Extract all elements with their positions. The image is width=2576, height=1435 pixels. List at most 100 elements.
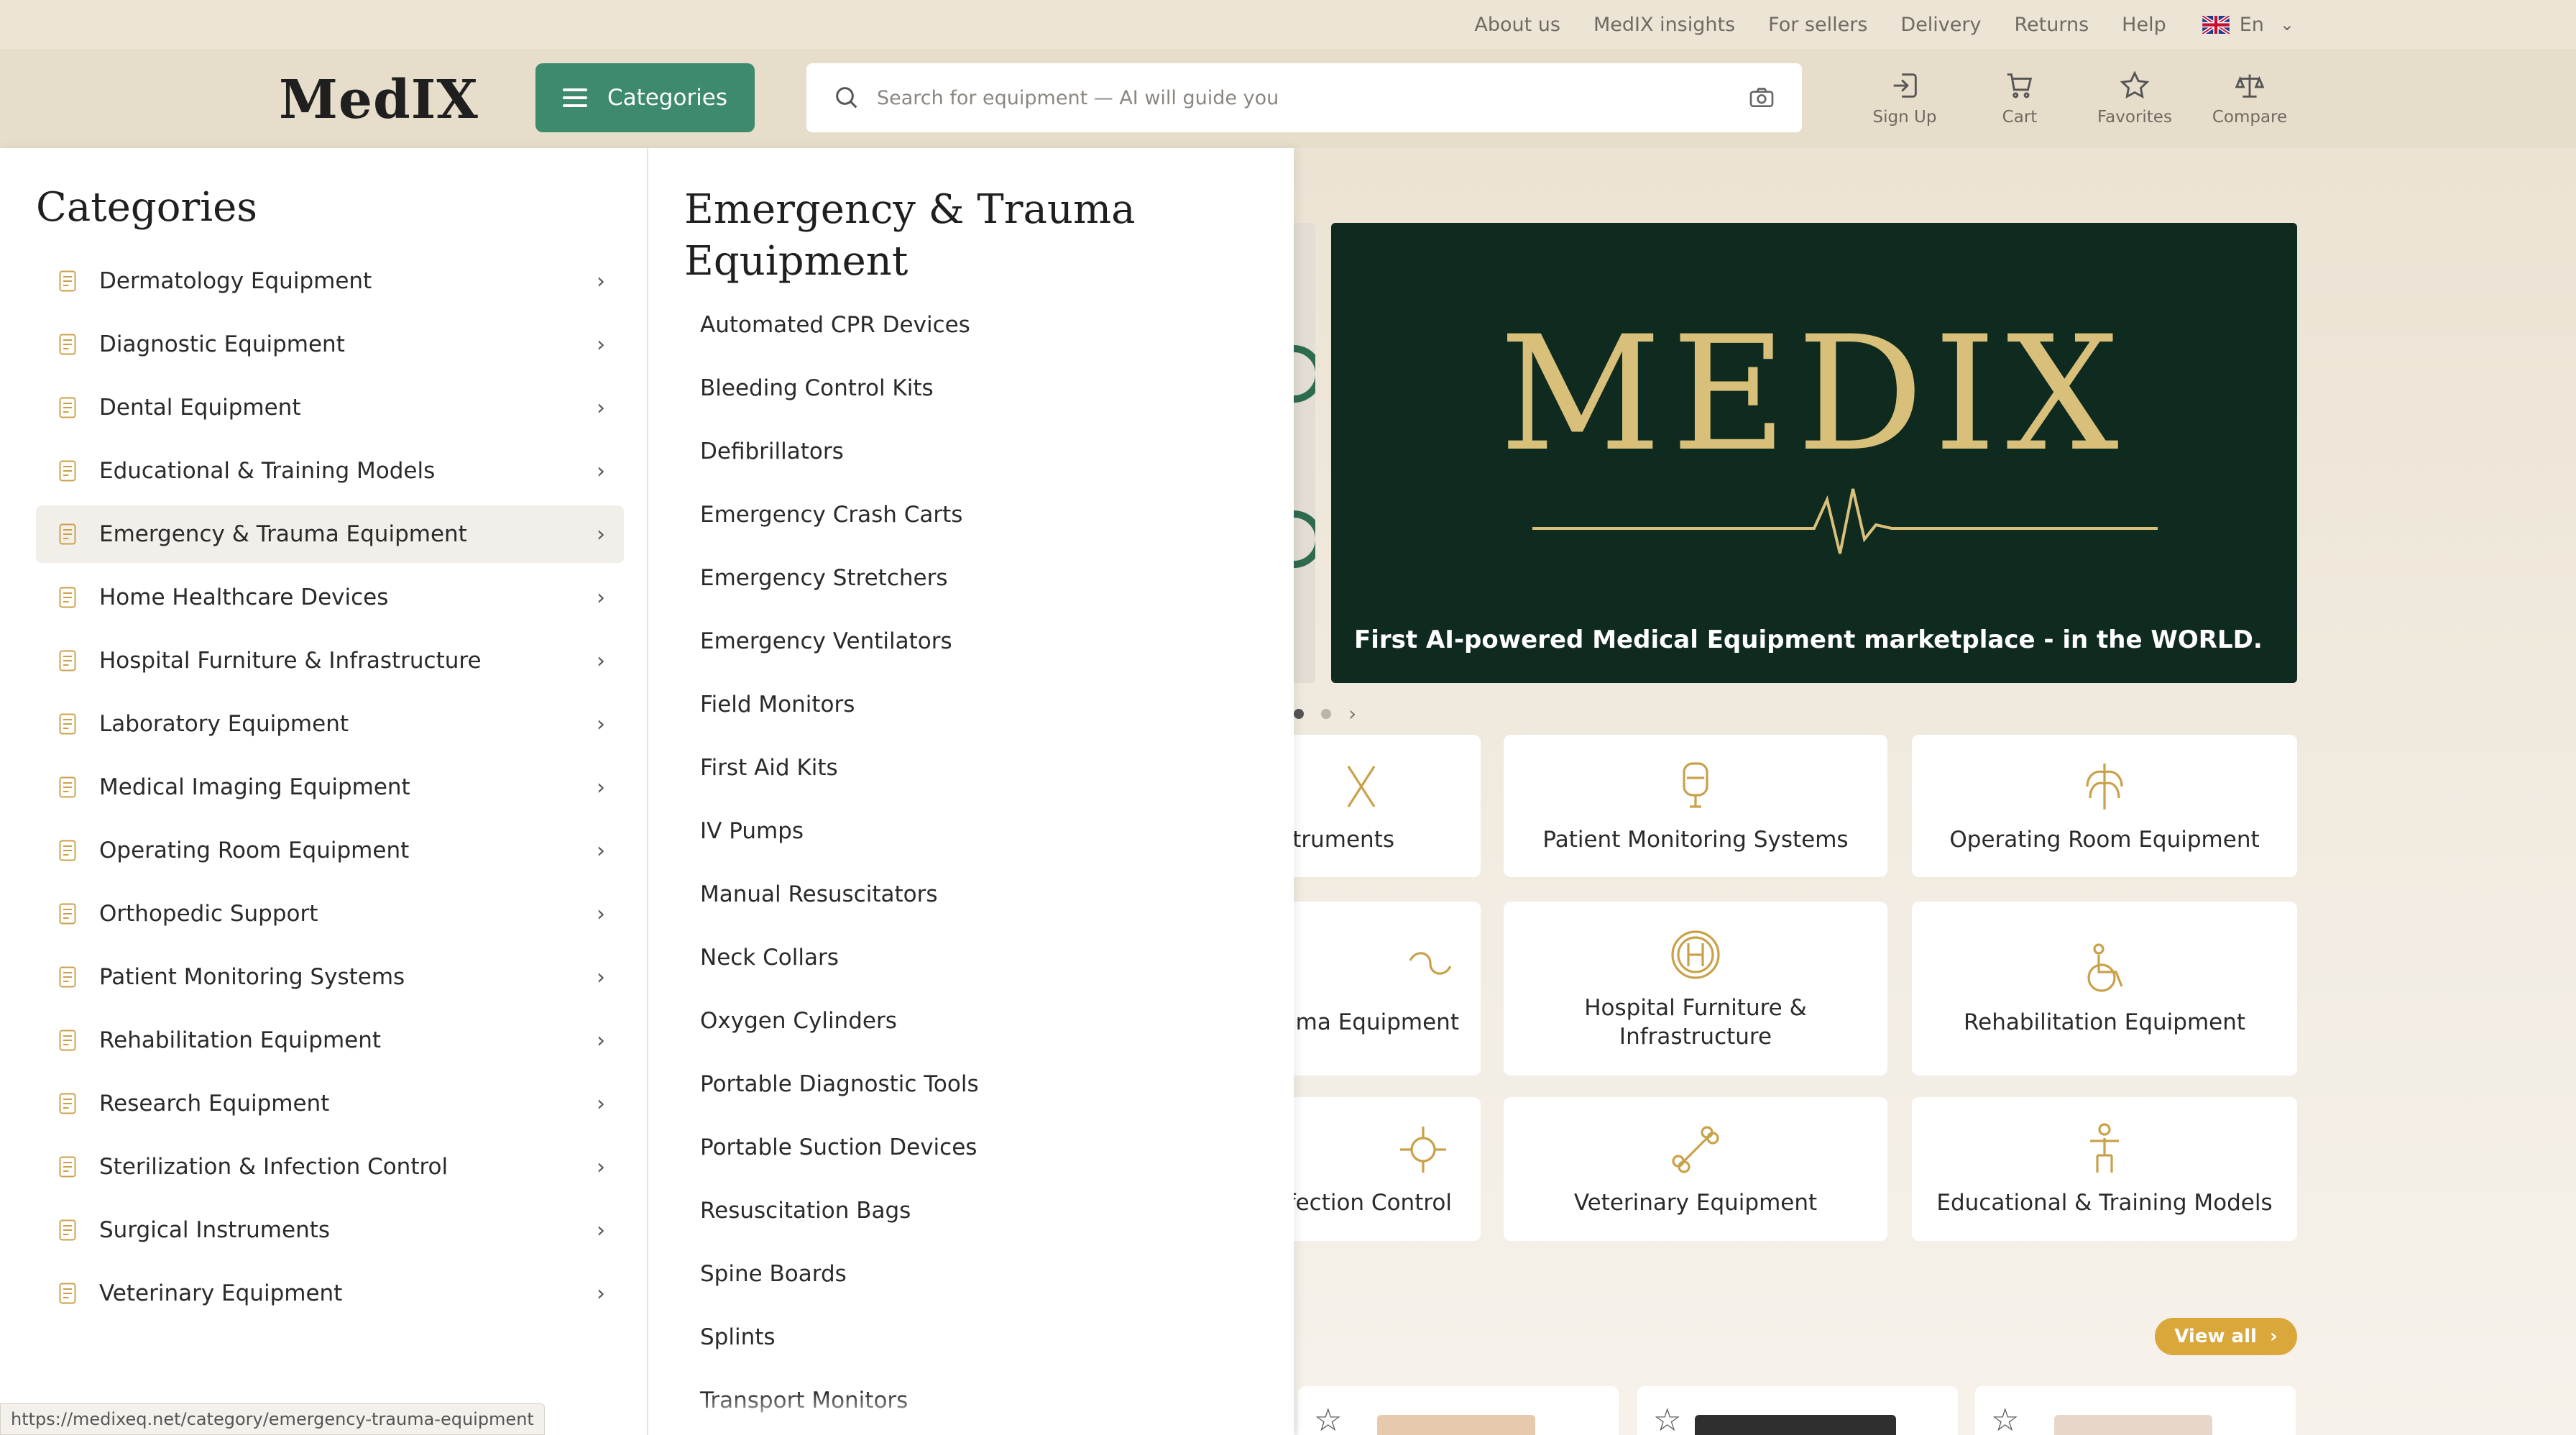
microscope-icon	[59, 1093, 76, 1114]
radiation-icon	[59, 776, 76, 798]
scalpel-icon	[59, 1219, 76, 1241]
view-all-button[interactable]: View all ›	[2155, 1318, 2297, 1355]
subcategory-link[interactable]: First Aid Kits	[700, 755, 979, 818]
category-card[interactable]: Patient Monitoring Systems	[1504, 735, 1887, 877]
category-item-label: Diagnostic Equipment	[99, 331, 345, 357]
category-card[interactable]: Educational & Training Models	[1912, 1097, 2297, 1241]
subcategory-link[interactable]: Portable Suction Devices	[700, 1134, 979, 1198]
surgical-instruments-icon	[1347, 766, 1376, 807]
clipboard-icon	[59, 270, 76, 292]
subcategory-link[interactable]: Manual Resuscitators	[700, 881, 979, 945]
favorite-star-icon[interactable]: ☆	[1991, 1402, 2019, 1435]
home-care-icon	[59, 587, 76, 608]
chevron-right-icon: ›	[597, 584, 605, 610]
category-item[interactable]: Patient Monitoring Systems ›	[36, 948, 624, 1006]
category-item[interactable]: Laboratory Equipment ›	[36, 695, 624, 753]
about-us-link[interactable]: About us	[1474, 14, 1560, 36]
hero-banner[interactable]: MEDIX First AI-powered Medical Equipment…	[1331, 223, 2297, 683]
category-card[interactable]: Rehabilitation Equipment	[1912, 902, 2297, 1076]
subcategory-link[interactable]: Neck Collars	[700, 945, 979, 1008]
favorites-button[interactable]: Favorites	[2077, 69, 2192, 127]
training-model-icon	[2090, 1123, 2119, 1173]
chevron-right-icon[interactable]: ›	[1348, 702, 1356, 725]
category-item[interactable]: Medical Imaging Equipment ›	[36, 758, 624, 816]
subcategory-link[interactable]: Splints	[700, 1324, 979, 1388]
category-item-label: Rehabilitation Equipment	[99, 1027, 382, 1053]
subcategory-link[interactable]: Portable Diagnostic Tools	[700, 1071, 979, 1134]
main-header: MedIX Categories Sign Up Cart Favorites …	[0, 49, 2576, 148]
cart-button[interactable]: Cart	[1962, 69, 2077, 127]
chevron-right-icon: ›	[597, 1027, 605, 1053]
category-item[interactable]: Educational & Training Models ›	[36, 442, 624, 500]
subcategory-link[interactable]: Defibrillators	[700, 439, 979, 502]
category-item[interactable]: Orthopedic Support ›	[36, 885, 624, 943]
ribcage-icon	[59, 840, 76, 861]
category-item[interactable]: Rehabilitation Equipment ›	[36, 1012, 624, 1069]
sign-up-button[interactable]: Sign Up	[1847, 69, 1962, 127]
category-item[interactable]: Surgical Instruments ›	[36, 1201, 624, 1259]
subcategory-link[interactable]: Emergency Ventilators	[700, 628, 979, 692]
subcategory-link[interactable]: Resuscitation Bags	[700, 1198, 979, 1261]
category-item[interactable]: Research Equipment ›	[36, 1075, 624, 1132]
returns-link[interactable]: Returns	[2014, 14, 2089, 36]
compare-button[interactable]: Compare	[2192, 69, 2307, 127]
categories-button[interactable]: Categories	[535, 63, 755, 132]
product-card[interactable]: ☆	[1637, 1386, 1958, 1435]
category-item[interactable]: Dermatology Equipment ›	[36, 252, 624, 310]
categories-menu: Categories Dermatology Equipment › Diagnos…	[0, 148, 1294, 1435]
chevron-down-icon: ⌄	[2279, 14, 2294, 35]
site-logo[interactable]: MedIX	[279, 69, 479, 131]
camera-icon[interactable]	[1747, 83, 1776, 112]
product-card[interactable]: ☆	[1298, 1386, 1619, 1435]
category-item[interactable]: Hospital Furniture & Infrastructure ›	[36, 632, 624, 689]
category-card[interactable]: Veterinary Equipment	[1504, 1097, 1887, 1241]
chevron-right-icon: ›	[597, 521, 605, 547]
chevron-right-icon: ›	[597, 774, 605, 800]
patient-monitoring-icon	[1683, 762, 1708, 808]
language-selector[interactable]: En ⌄	[2202, 14, 2294, 36]
category-list-column: Categories Dermatology Equipment › Diagnos…	[0, 148, 648, 1435]
hospital-h-icon	[1671, 930, 1720, 979]
delivery-link[interactable]: Delivery	[1900, 14, 1981, 36]
medix-insights-link[interactable]: MedIX insights	[1593, 14, 1735, 36]
subcategory-link[interactable]: Oxygen Cylinders	[700, 1008, 979, 1071]
help-link[interactable]: Help	[2122, 14, 2166, 36]
hospital-icon	[59, 650, 76, 671]
ribcage-icon	[2086, 764, 2123, 810]
subcategory-link[interactable]: Automated CPR Devices	[700, 312, 979, 375]
subcategory-link[interactable]: Field Monitors	[700, 692, 979, 755]
category-item[interactable]: Emergency & Trauma Equipment ›	[36, 505, 624, 563]
chevron-right-icon: ›	[597, 964, 605, 990]
subcategory-link[interactable]: Spine Boards	[700, 1261, 979, 1324]
category-item[interactable]: Operating Room Equipment ›	[36, 822, 624, 879]
favorite-star-icon[interactable]: ☆	[1653, 1402, 1681, 1435]
product-image	[1695, 1415, 1896, 1435]
category-item-label: Dermatology Equipment	[99, 268, 372, 294]
search-icon	[836, 87, 857, 109]
for-sellers-link[interactable]: For sellers	[1768, 14, 1867, 36]
bone-icon	[1672, 1126, 1719, 1173]
test-tube-icon	[59, 713, 76, 735]
category-item[interactable]: Home Healthcare Devices ›	[36, 569, 624, 626]
star-icon	[2120, 70, 2150, 99]
carousel-dot[interactable]	[1321, 708, 1331, 719]
carousel-dot[interactable]	[1294, 708, 1304, 719]
category-card[interactable]: Hospital Furniture & Infrastructure	[1504, 902, 1887, 1076]
subcategory-link[interactable]: Emergency Stretchers	[700, 565, 979, 628]
favorite-star-icon[interactable]: ☆	[1314, 1402, 1342, 1435]
subcategory-link[interactable]: Bleeding Control Kits	[700, 375, 979, 439]
product-card[interactable]: ☆	[1975, 1386, 2296, 1435]
category-item[interactable]: Dental Equipment ›	[36, 379, 624, 436]
subcategory-link[interactable]: IV Pumps	[700, 818, 979, 881]
category-card[interactable]: Operating Room Equipment	[1912, 735, 2297, 877]
wheelchair-icon	[59, 1030, 76, 1051]
category-item[interactable]: Veterinary Equipment ›	[36, 1265, 624, 1322]
search-input[interactable]	[877, 86, 1747, 109]
category-item[interactable]: Sterilization & Infection Control ›	[36, 1138, 624, 1196]
wheelchair-icon	[2087, 943, 2123, 992]
category-item[interactable]: Diagnostic Equipment ›	[36, 316, 624, 373]
language-label: En	[2239, 13, 2264, 36]
category-item-label: Dental Equipment	[99, 395, 301, 421]
subcategory-link[interactable]: Emergency Crash Carts	[700, 502, 979, 565]
category-item-label: Veterinary Equipment	[99, 1280, 343, 1306]
